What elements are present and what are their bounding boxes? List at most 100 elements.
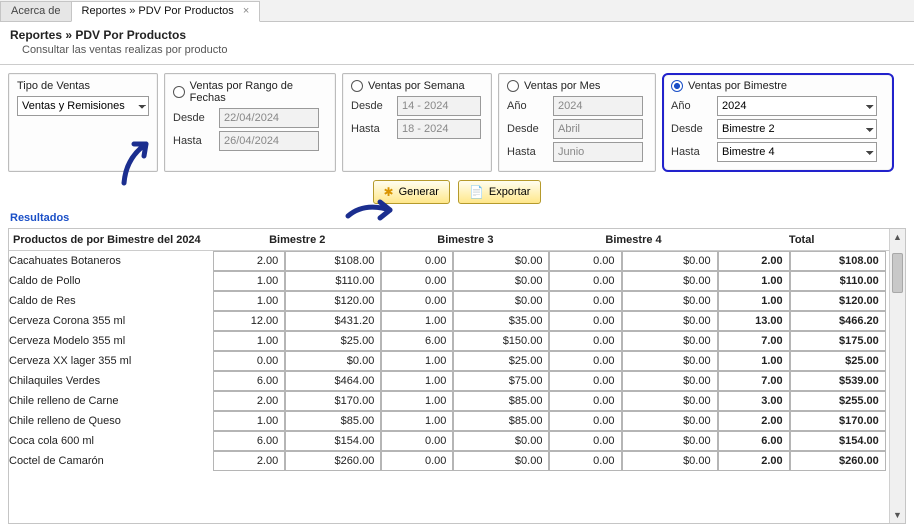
generar-button[interactable]: ✱ Generar [373, 180, 450, 204]
mes-desde-label: Desde [507, 123, 547, 135]
semana-hasta-input[interactable] [397, 119, 481, 139]
table-row: Cerveza XX lager 355 ml [9, 351, 905, 371]
rango-desde-input[interactable] [219, 108, 319, 128]
scroll-thumb[interactable] [892, 253, 903, 293]
product-name: Coctel de Camarón [9, 451, 213, 471]
total-amount-cell [790, 411, 886, 431]
qty-cell [549, 431, 621, 451]
amount-cell [285, 371, 381, 391]
radio-bimestre[interactable]: Ventas por Bimestre [671, 80, 885, 92]
table-header-row: Productos de por Bimestre del 2024 Bimes… [9, 229, 905, 251]
amount-cell [622, 331, 718, 351]
actions-row: ✱ Generar 📄 Exportar [0, 176, 914, 210]
page-header: Reportes » PDV Por Productos Consultar l… [0, 22, 914, 65]
amount-cell [622, 431, 718, 451]
mes-ano-input[interactable] [553, 96, 643, 116]
panel-tipo-ventas: Tipo de Ventas [8, 73, 158, 172]
amount-cell [622, 391, 718, 411]
table-row: Chile relleno de Carne [9, 391, 905, 411]
qty-cell [549, 331, 621, 351]
qty-cell [213, 311, 285, 331]
amount-cell [453, 251, 549, 271]
table-row: Chilaquiles Verdes [9, 371, 905, 391]
scroll-down-icon[interactable]: ▼ [890, 507, 905, 523]
mes-desde-input[interactable] [553, 119, 643, 139]
product-name: Cerveza Corona 355 ml [9, 311, 213, 331]
amount-cell [622, 451, 718, 471]
results-table-container: Productos de por Bimestre del 2024 Bimes… [8, 228, 906, 524]
amount-cell [285, 311, 381, 331]
total-qty-cell [718, 311, 790, 331]
results-heading: Productos de por Bimestre del 2024 [9, 229, 213, 251]
panel-bimestre: Ventas por Bimestre Año Desde Hasta [662, 73, 894, 172]
close-icon[interactable]: × [243, 5, 249, 17]
qty-cell [381, 331, 453, 351]
radio-semana[interactable]: Ventas por Semana [351, 80, 483, 92]
bimestre-hasta-input[interactable] [717, 142, 877, 162]
product-name: Cerveza XX lager 355 ml [9, 351, 213, 371]
exportar-label: Exportar [489, 186, 531, 198]
col-header-period-2: Bimestre 3 [381, 229, 549, 251]
total-amount-cell [790, 271, 886, 291]
tabstrip: Acerca de Reportes » PDV Por Productos × [0, 0, 914, 22]
amount-cell [622, 291, 718, 311]
page-title: Reportes » PDV Por Productos [10, 28, 904, 42]
qty-cell [549, 391, 621, 411]
tipo-ventas-combo[interactable] [17, 96, 149, 116]
qty-cell [213, 271, 285, 291]
mes-hasta-input[interactable] [553, 142, 643, 162]
product-name: Caldo de Pollo [9, 271, 213, 291]
total-amount-cell [790, 431, 886, 451]
total-amount-cell [790, 311, 886, 331]
amount-cell [285, 331, 381, 351]
qty-cell [213, 431, 285, 451]
amount-cell [622, 411, 718, 431]
bimestre-desde-label: Desde [671, 123, 711, 135]
resultados-label: Resultados [0, 210, 914, 226]
amount-cell [453, 451, 549, 471]
filters-row: Tipo de Ventas Ventas por Rango de Fecha… [0, 65, 914, 176]
amount-cell [453, 351, 549, 371]
semana-desde-label: Desde [351, 100, 391, 112]
semana-desde-input[interactable] [397, 96, 481, 116]
qty-cell [549, 291, 621, 311]
amount-cell [453, 331, 549, 351]
tab-label: Reportes » PDV Por Productos [82, 5, 234, 17]
vertical-scrollbar[interactable]: ▲ ▼ [889, 229, 905, 523]
table-row: Cerveza Corona 355 ml [9, 311, 905, 331]
radio-mes[interactable]: Ventas por Mes [507, 80, 647, 92]
product-name: Chile relleno de Carne [9, 391, 213, 411]
product-name: Cerveza Modelo 355 ml [9, 331, 213, 351]
amount-cell [453, 411, 549, 431]
qty-cell [213, 411, 285, 431]
radio-rango-fechas[interactable]: Ventas por Rango de Fechas [173, 80, 327, 104]
total-qty-cell [718, 291, 790, 311]
product-name: Chilaquiles Verdes [9, 371, 213, 391]
total-amount-cell [790, 331, 886, 351]
total-qty-cell [718, 351, 790, 371]
mes-hasta-label: Hasta [507, 146, 547, 158]
scroll-up-icon[interactable]: ▲ [890, 229, 905, 245]
tab-acerca-de[interactable]: Acerca de [0, 1, 72, 21]
total-amount-cell [790, 351, 886, 371]
qty-cell [549, 271, 621, 291]
rango-hasta-input[interactable] [219, 131, 319, 151]
tab-reportes-pdv[interactable]: Reportes » PDV Por Productos × [71, 1, 261, 22]
qty-cell [381, 391, 453, 411]
exportar-button[interactable]: 📄 Exportar [458, 180, 542, 204]
amount-cell [285, 271, 381, 291]
amount-cell [285, 291, 381, 311]
bimestre-hasta-label: Hasta [671, 146, 711, 158]
total-qty-cell [718, 411, 790, 431]
qty-cell [381, 411, 453, 431]
amount-cell [453, 271, 549, 291]
table-row: Chile relleno de Queso [9, 411, 905, 431]
amount-cell [622, 251, 718, 271]
amount-cell [285, 351, 381, 371]
bimestre-ano-input[interactable] [717, 96, 877, 116]
table-row: Coctel de Camarón [9, 451, 905, 471]
qty-cell [549, 371, 621, 391]
table-row: Cerveza Modelo 355 ml [9, 331, 905, 351]
total-amount-cell [790, 451, 886, 471]
bimestre-desde-input[interactable] [717, 119, 877, 139]
